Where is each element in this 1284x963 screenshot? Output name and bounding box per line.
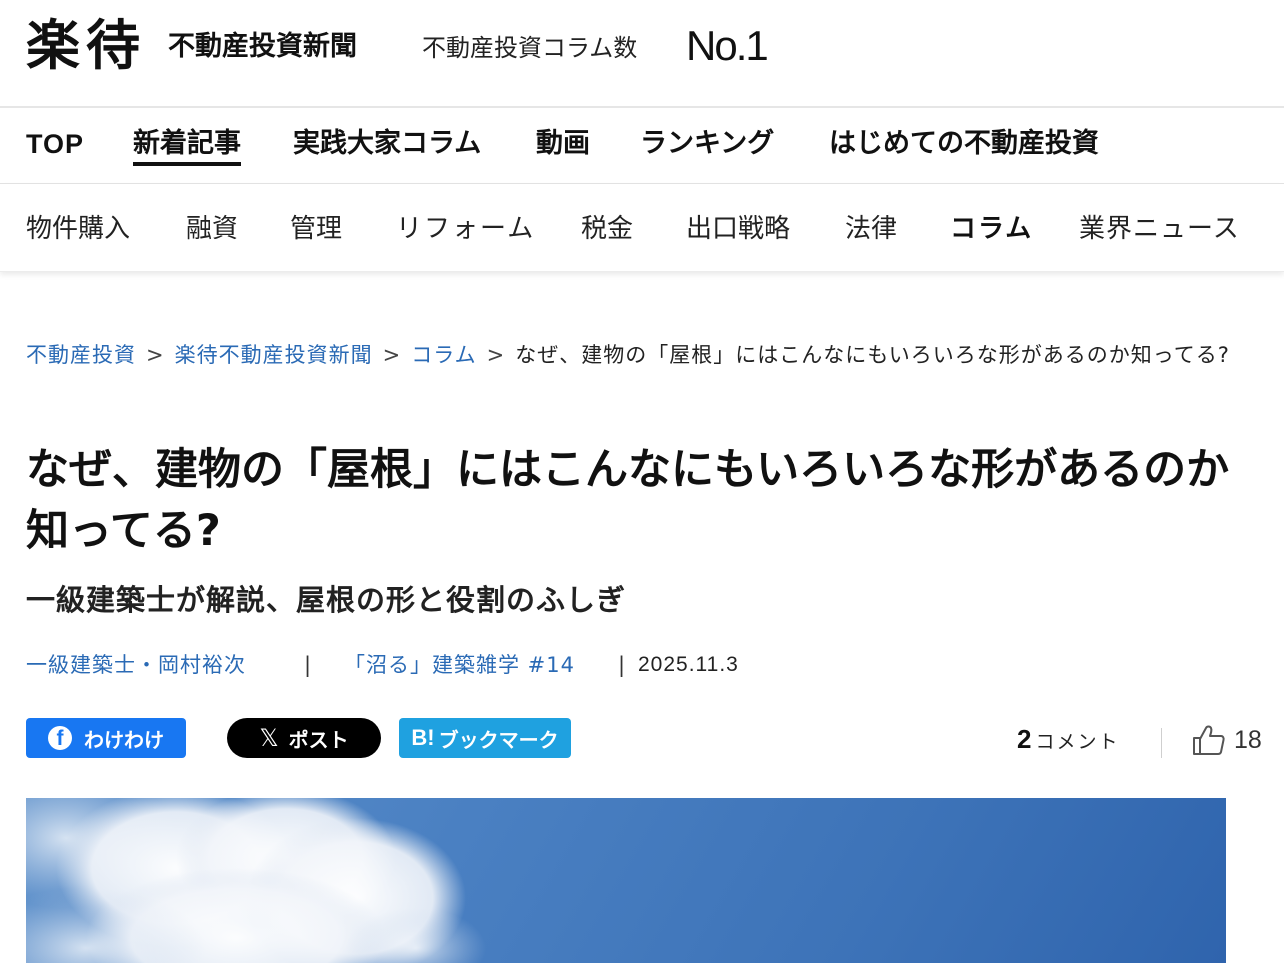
category-management[interactable]: 管理: [290, 212, 342, 246]
hatena-icon: B!: [411, 725, 435, 750]
breadcrumb: 不動産投資 > 楽待不動産投資新聞 > コラム > なぜ、建物の「屋根」にはこんなにもいろい…: [26, 340, 1266, 370]
facebook-icon: f: [48, 726, 72, 750]
author-link[interactable]: 一級建築士・岡村裕次: [26, 650, 246, 680]
x-post-label: ポスト: [288, 727, 349, 752]
site-tagline-no1: No.1: [686, 22, 769, 69]
comments-count: 2: [1017, 724, 1032, 754]
nav-ranking[interactable]: ランキング: [640, 126, 774, 166]
comments-link[interactable]: 2 コメント: [1017, 724, 1119, 758]
breadcrumb-separator: >: [486, 343, 506, 367]
site-logo-subtitle: 不動産投資新聞: [168, 31, 357, 62]
breadcrumb-newspaper[interactable]: 楽待不動産投資新聞: [175, 343, 373, 367]
article-subtitle: 一級建築士が解説、屋根の形と役割のふしぎ: [26, 583, 627, 617]
article-title: なぜ、建物の「屋根」にはこんなにもいろいろな形があるのか知ってる?: [26, 445, 1230, 556]
nav-videos[interactable]: 動画: [536, 126, 590, 166]
comments-label: コメント: [1035, 731, 1120, 753]
meta-separator: |: [618, 653, 627, 677]
sky-clouds-image: [26, 798, 486, 963]
category-financing[interactable]: 融資: [186, 212, 238, 246]
breadcrumb-column[interactable]: コラム: [411, 343, 476, 367]
hatena-bookmark-label: ブックマーク: [438, 727, 559, 752]
facebook-share-label: わけわけ: [84, 727, 164, 752]
breadcrumb-separator: >: [146, 343, 165, 367]
category-exit-strategy[interactable]: 出口戦略: [686, 212, 790, 246]
x-post-button[interactable]: 𝕏 ポスト: [227, 718, 381, 758]
like-button[interactable]: 18: [1192, 722, 1262, 758]
category-purchase[interactable]: 物件購入: [26, 212, 130, 246]
nav-new-articles[interactable]: 新着記事: [133, 126, 241, 166]
breadcrumb-separator: >: [382, 343, 402, 367]
category-reform[interactable]: リフォーム: [396, 212, 535, 246]
hatena-bookmark-button[interactable]: B! ブックマーク: [399, 718, 571, 758]
stats-divider: [1161, 728, 1162, 758]
site-tagline: 不動産投資コラム数: [422, 34, 638, 62]
series-link[interactable]: 「沼る」建築雑学 #14: [344, 650, 575, 680]
nav-landlord-columns[interactable]: 実践大家コラム: [293, 126, 481, 166]
hero-image: [26, 798, 1226, 963]
category-tax[interactable]: 税金: [581, 212, 633, 246]
primary-nav: TOP 新着記事 実践大家コラム 動画 ランキング はじめての不動産投資: [0, 110, 1284, 184]
thumbs-up-icon: [1193, 725, 1225, 755]
site-logo[interactable]: 楽待: [26, 14, 146, 78]
category-industry-news[interactable]: 業界ニュース: [1079, 212, 1240, 246]
breadcrumb-current: なぜ、建物の「屋根」にはこんなにもいろいろな形があるのか知ってる?: [515, 343, 1230, 367]
facebook-share-button[interactable]: f わけわけ: [26, 718, 186, 758]
breadcrumb-real-estate[interactable]: 不動産投資: [26, 343, 136, 367]
category-law[interactable]: 法律: [845, 212, 897, 246]
publish-date: 2025.11.3: [638, 653, 739, 676]
nav-top[interactable]: TOP: [26, 126, 84, 166]
meta-separator: |: [304, 653, 313, 677]
site-header: 楽待 不動産投資新聞 不動産投資コラム数 No.1: [0, 0, 1284, 108]
like-count: 18: [1234, 725, 1262, 754]
category-column[interactable]: コラム: [950, 212, 1033, 246]
category-nav: 物件購入 融資 管理 リフォーム 税金 出口戦略 法律 コラム 業界ニュース: [0, 184, 1284, 272]
nav-beginners[interactable]: はじめての不動産投資: [829, 126, 1099, 166]
x-icon: 𝕏: [259, 724, 279, 752]
